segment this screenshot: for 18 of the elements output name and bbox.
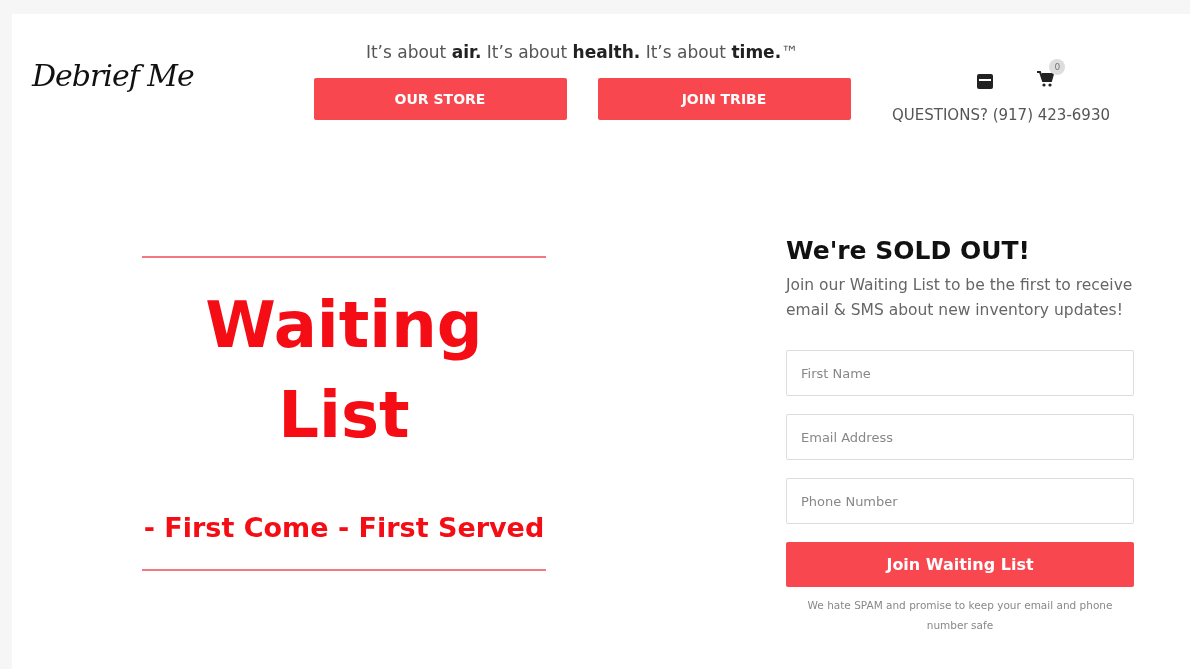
cart-icon[interactable] xyxy=(1037,71,1055,87)
nav-button[interactable]: JOIN TRIBE xyxy=(597,78,851,120)
input-field[interactable]: Phone Number xyxy=(786,478,1134,524)
form-description: Join our Waiting List to be the first to receive email & SMS about new inventory updates! xyxy=(786,275,1134,321)
hero-subtitle: - First Come - First Served xyxy=(143,512,545,543)
hero-title-line: Waiting xyxy=(205,287,483,364)
privacy-note: We hate SPAM and promise to keep your email and phone number safe xyxy=(806,598,1114,633)
logo[interactable]: Debrief Me xyxy=(32,58,312,93)
cart-count-badge: 0 xyxy=(1049,59,1066,75)
hero-title-line: List xyxy=(277,377,411,454)
nav-button[interactable]: OUR STORE xyxy=(313,78,567,120)
join-waiting-list-button[interactable]: Join Waiting List xyxy=(786,542,1134,587)
store-icon[interactable] xyxy=(977,73,994,89)
tagline: It’s about air. It’s about health. It’s about time.™ xyxy=(365,42,799,62)
form-heading: We're SOLD OUT! xyxy=(786,236,1031,265)
input-field[interactable]: First Name xyxy=(786,350,1134,396)
contact-phone[interactable]: QUESTIONS? (917) 423-6930 xyxy=(892,106,1110,124)
input-field[interactable]: Email Address xyxy=(786,414,1134,460)
